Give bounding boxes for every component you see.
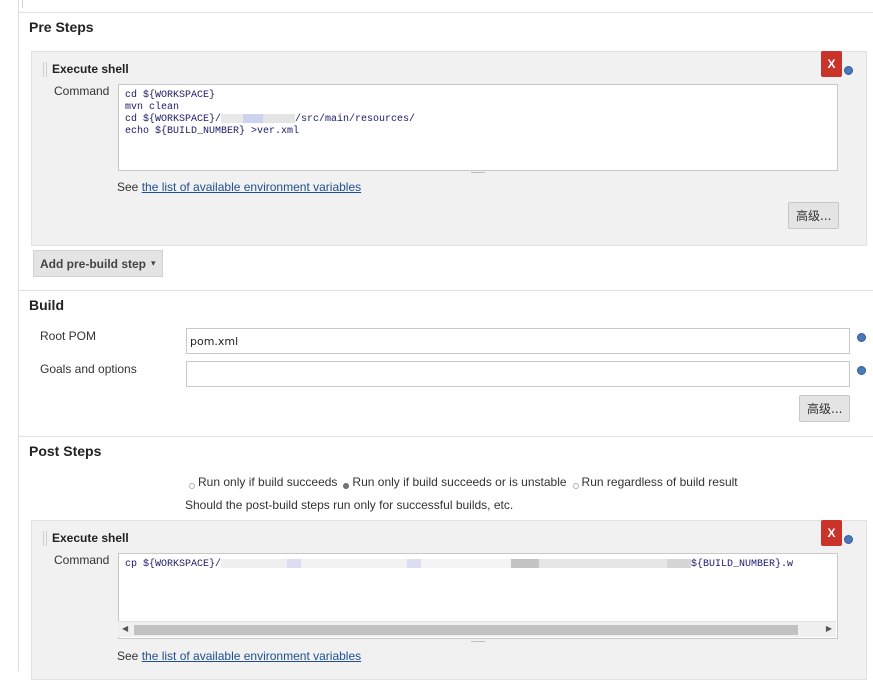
env-vars-hint: See the list of available environment va…	[117, 649, 361, 663]
goals-label: Goals and options	[40, 362, 137, 376]
redacted-text	[287, 559, 302, 568]
code-fragment: cd ${WORKSPACE}/	[125, 114, 222, 126]
redacted-text	[511, 559, 540, 568]
code-line: cp ${WORKSPACE}/ ${BUILD_NUMBER}.w	[125, 559, 831, 571]
code-line: echo ${BUILD_NUMBER} >ver.xml	[125, 126, 300, 138]
redacted-text	[539, 559, 668, 568]
code-line: mvn clean	[125, 102, 180, 113]
env-vars-hint: See the list of available environment va…	[117, 180, 361, 194]
radio-label: Run only if build succeeds or is unstabl…	[352, 475, 567, 489]
arrow-left-icon[interactable]: ◀	[122, 624, 128, 633]
close-icon: X	[827, 57, 836, 71]
drag-handle[interactable]	[43, 531, 44, 546]
code-fragment: /src/main/resources/	[295, 114, 416, 126]
post-steps-title: Post Steps	[29, 443, 102, 459]
drag-handle[interactable]	[46, 62, 47, 77]
textarea-resize-handle[interactable]	[471, 172, 485, 173]
arrow-right-icon[interactable]: ▶	[826, 624, 832, 633]
code-fragment: cp ${WORKSPACE}/	[125, 559, 222, 571]
command-textarea[interactable]: cd ${WORKSPACE} mvn clean cd ${WORKSPACE}/…	[118, 84, 838, 171]
command-label: Command	[54, 553, 110, 567]
redacted-text	[221, 114, 244, 123]
redacted-text	[301, 559, 408, 568]
redacted-text	[263, 114, 296, 123]
pre-step-execute-shell: Execute shell X Command cd ${WORKSPACE} m…	[31, 51, 867, 246]
redacted-text	[243, 114, 264, 123]
help-icon[interactable]	[857, 333, 866, 342]
radio-label: Run only if build succeeds	[198, 475, 338, 489]
delete-step-button[interactable]: X	[821, 520, 842, 546]
post-step-condition-group: Run only if build succeeds Run only if b…	[189, 475, 744, 489]
radio-label: Run regardless of build result	[581, 475, 738, 489]
advanced-button[interactable]: 高级...	[788, 202, 840, 229]
code-line: cd ${WORKSPACE}	[125, 90, 216, 101]
goals-input[interactable]	[186, 361, 850, 387]
post-steps-description: Should the post-build steps run only for…	[185, 498, 514, 512]
help-icon[interactable]	[857, 366, 866, 375]
scrollbar-thumb[interactable]	[134, 625, 798, 635]
horizontal-scrollbar[interactable]: ◀ ▶	[118, 621, 836, 637]
delete-step-button[interactable]: X	[821, 51, 842, 77]
redacted-text	[221, 559, 288, 568]
env-vars-link[interactable]: the list of available environment variab…	[142, 649, 361, 663]
code-fragment: ${BUILD_NUMBER}.w	[691, 559, 794, 571]
step-title: Execute shell	[52, 531, 129, 545]
env-vars-link[interactable]: the list of available environment variab…	[142, 180, 361, 194]
drag-handle[interactable]	[43, 62, 44, 77]
section-divider	[19, 436, 873, 437]
section-divider	[19, 290, 873, 291]
radio-button[interactable]	[189, 483, 195, 489]
page-frame-tick	[22, 0, 23, 8]
post-step-execute-shell: Execute shell X Command cp ${WORKSPACE}/…	[31, 520, 867, 680]
radio-option-regardless[interactable]: Run regardless of build result	[572, 475, 738, 489]
redacted-text	[667, 559, 692, 568]
pre-steps-title: Pre Steps	[29, 19, 94, 35]
section-divider	[19, 12, 873, 13]
radio-button[interactable]	[572, 483, 579, 489]
redacted-text	[407, 559, 422, 568]
redacted-text	[421, 559, 512, 568]
close-icon: X	[827, 526, 836, 540]
step-title: Execute shell	[52, 62, 129, 76]
drag-handle[interactable]	[46, 531, 47, 546]
env-vars-hint-prefix: See	[117, 649, 142, 663]
code-line: cd ${WORKSPACE}/ /src/main/resources/	[125, 114, 831, 126]
build-title: Build	[29, 297, 64, 313]
radio-button[interactable]	[343, 483, 350, 489]
env-vars-hint-prefix: See	[117, 180, 142, 194]
root-pom-label: Root POM	[40, 329, 97, 343]
textarea-resize-handle[interactable]	[471, 641, 485, 642]
advanced-button[interactable]: 高级...	[799, 395, 851, 422]
help-icon[interactable]	[844, 66, 853, 75]
radio-option-unstable[interactable]: Run only if build succeeds or is unstabl…	[343, 475, 567, 489]
command-label: Command	[54, 84, 110, 98]
radio-option-succeeds[interactable]: Run only if build succeeds	[189, 475, 337, 489]
help-icon[interactable]	[844, 535, 853, 544]
root-pom-input[interactable]	[186, 328, 850, 354]
add-step-label: Add pre-build step	[40, 256, 146, 271]
chevron-down-icon: ▾	[151, 258, 156, 268]
page-frame-border	[18, 0, 19, 671]
add-pre-build-step-button[interactable]: Add pre-build step ▾	[33, 250, 163, 277]
